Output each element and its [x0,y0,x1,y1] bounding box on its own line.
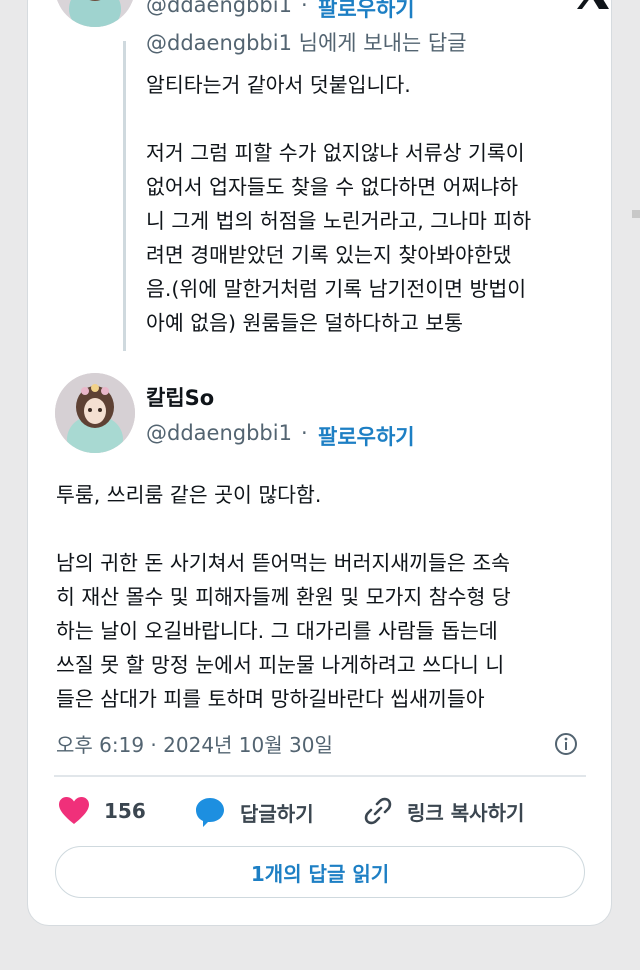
follow-button[interactable]: 팔로우하기 [318,0,415,23]
separator-dot: · [301,0,308,17]
copy-link-action[interactable]: 링크 복사하기 [363,796,524,826]
handle[interactable]: @ddaengbbi1 [146,421,292,445]
avatar[interactable] [55,0,135,27]
display-name[interactable]: 칼립So [146,382,214,412]
like-count: 156 [104,799,146,823]
reply-to-label[interactable]: @ddaengbbi1 님에게 보내는 답글 [146,27,467,57]
read-replies-button[interactable]: 1개의 답글 읽기 [55,846,585,898]
timestamp[interactable]: 오후 6:19 · 2024년 10월 30일 [56,729,333,758]
tweet-card: @ddaengbbi1 · 팔로우하기 @ddaengbbi1 님에게 보내는 … [27,0,612,926]
speech-bubble-icon[interactable] [194,796,226,828]
reply-label: 답글하기 [240,801,314,826]
divider [54,775,586,777]
follow-button[interactable]: 팔로우하기 [318,421,415,451]
tweet-text: 알티타는거 같아서 덧붙입니다. 저거 그럼 피할 수가 없지않냐 서류상 기록… [146,73,532,335]
link-icon[interactable] [363,796,393,826]
copy-link-label: 링크 복사하기 [407,800,525,825]
info-icon[interactable] [554,732,578,760]
separator-dot: · [301,421,308,445]
thread-connector-line [123,41,126,351]
like-action[interactable]: 156 [58,796,146,826]
tweet-text: 투룸, 쓰리룸 같은 곳이 많다함. 남의 귀한 돈 사기쳐서 뜯어먹는 버러지… [56,483,511,711]
edge-mark [632,210,640,218]
heart-icon[interactable] [58,796,90,826]
x-logo-icon[interactable] [573,0,611,13]
avatar[interactable] [55,373,135,453]
handle[interactable]: @ddaengbbi1 [146,0,292,17]
reply-action[interactable]: 답글하기 [194,796,314,828]
